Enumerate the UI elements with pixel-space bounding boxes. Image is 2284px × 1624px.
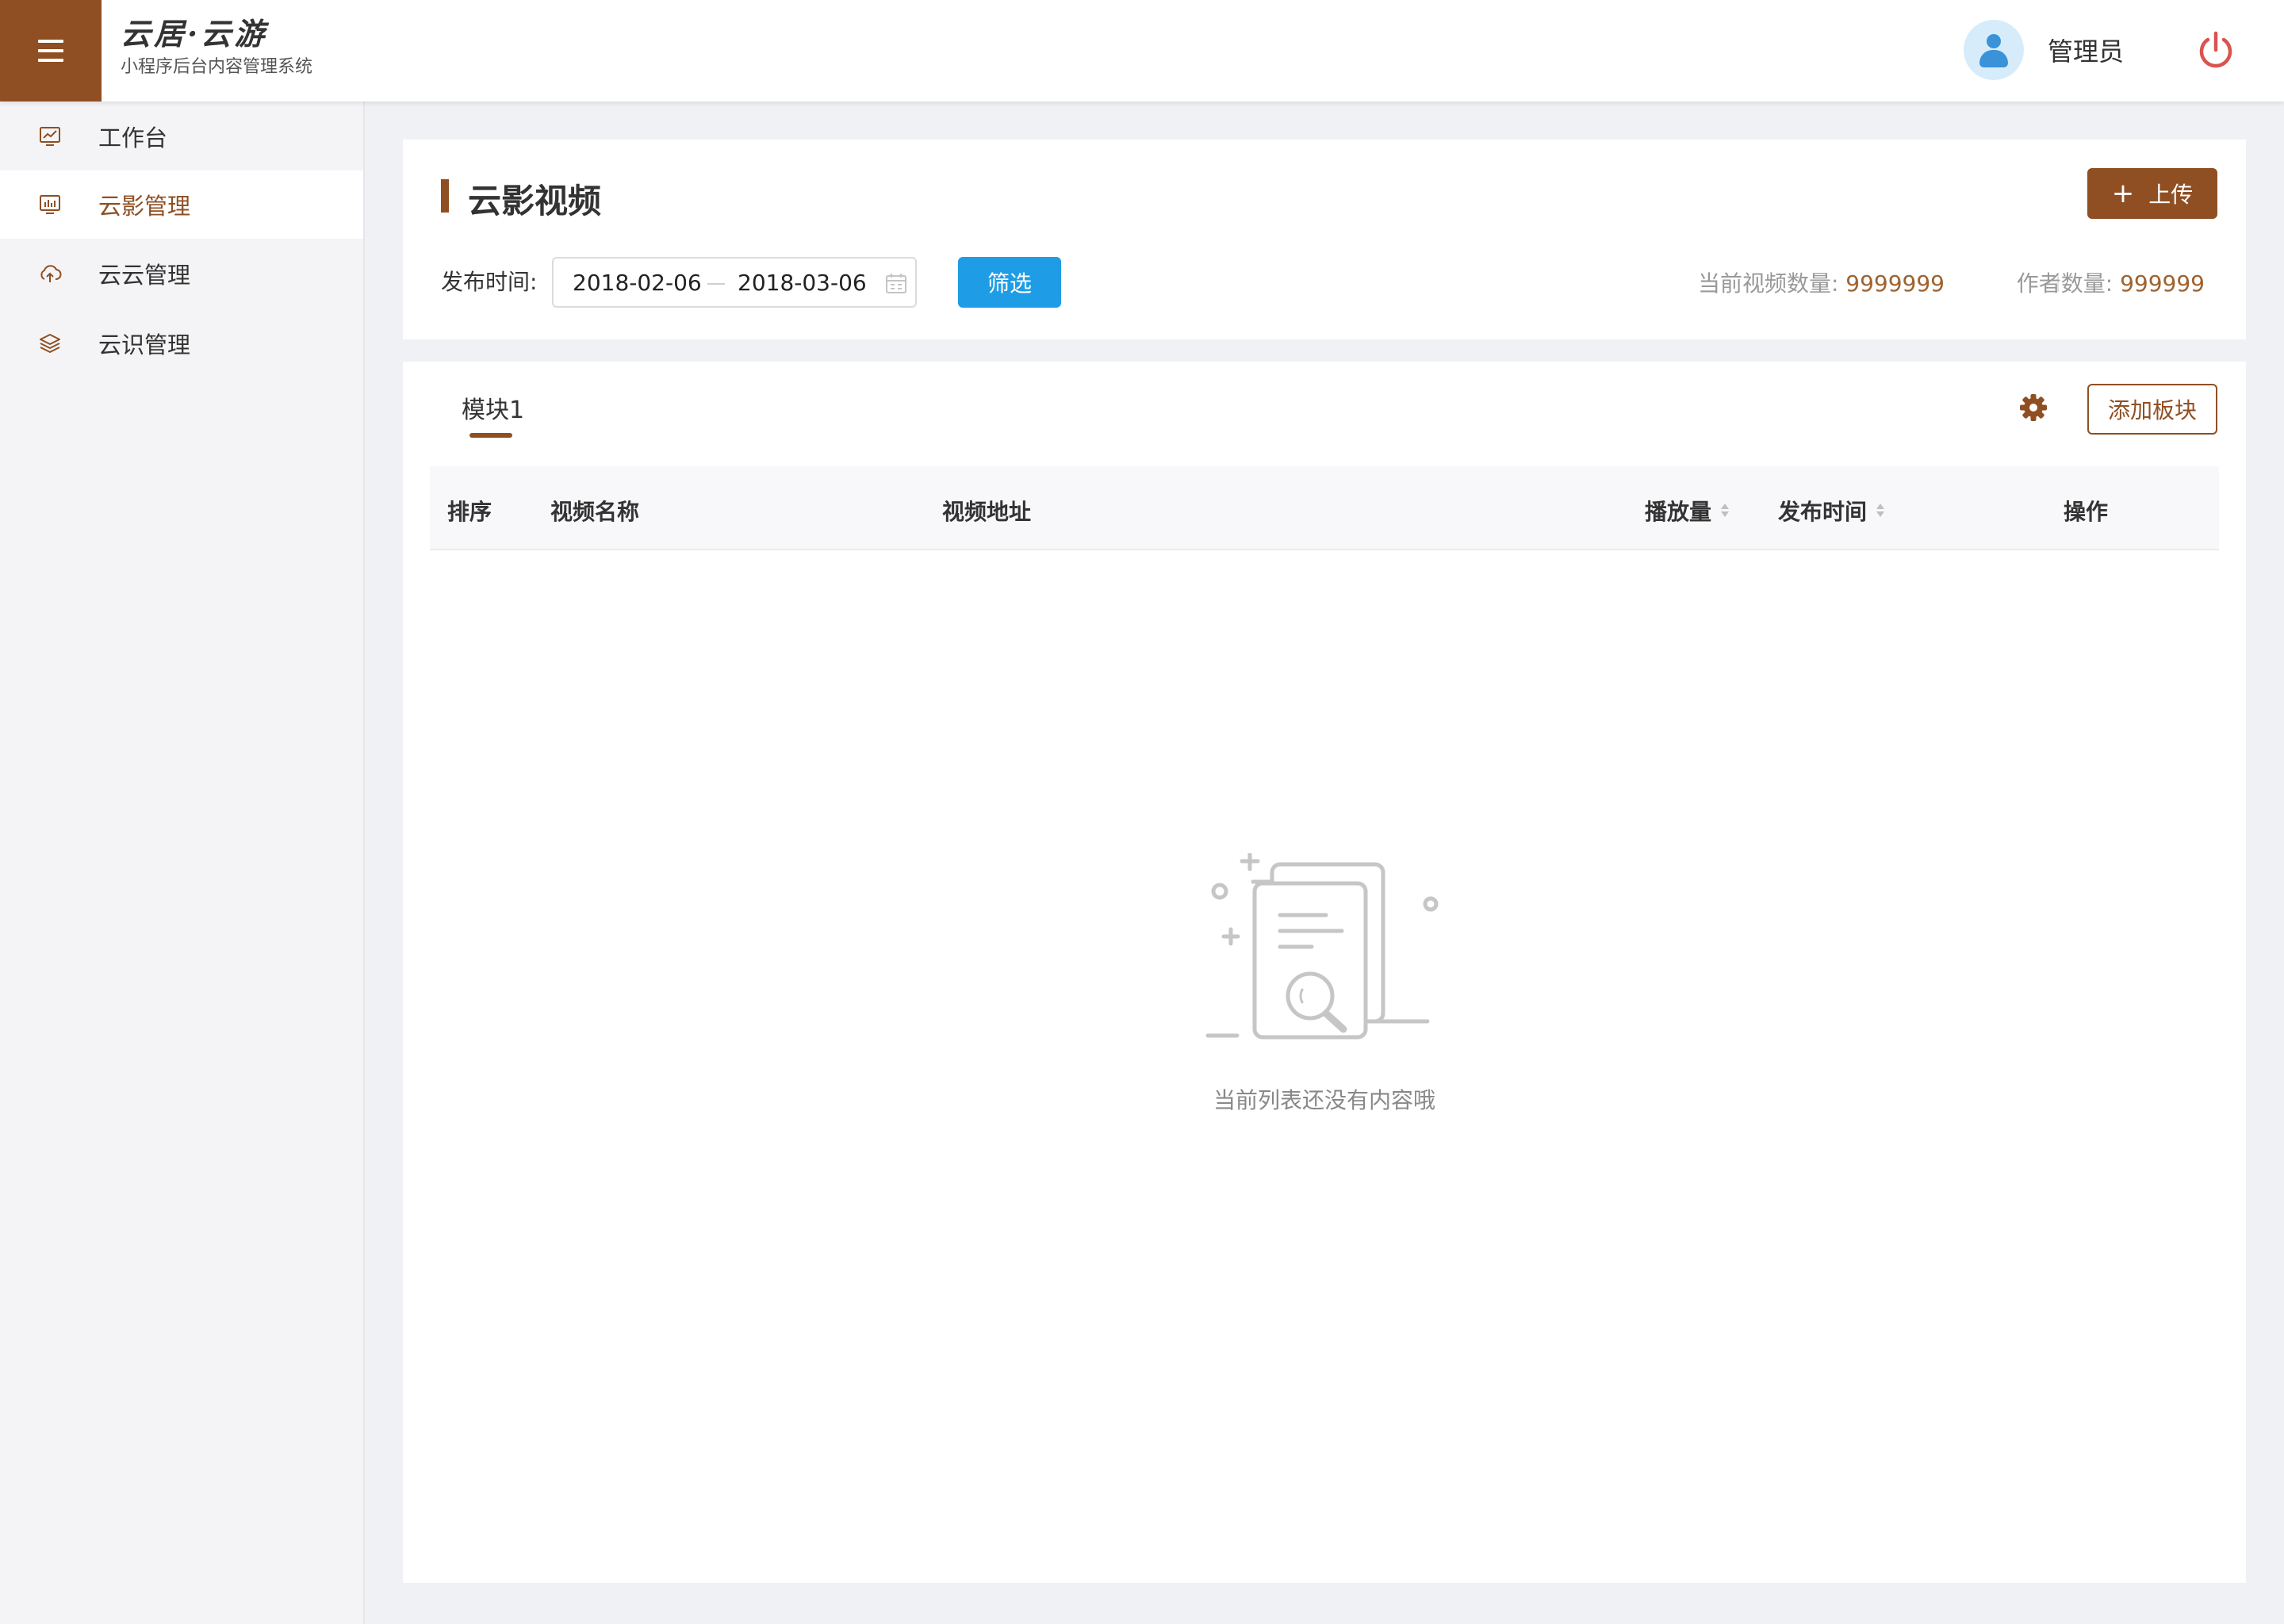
author-count-stat: 作者数量: 999999: [2017, 266, 2205, 298]
user-icon: [1987, 34, 2001, 48]
chart-monitor-icon: [40, 127, 60, 146]
column-header-video-name: 视频名称: [550, 499, 640, 525]
sidebar-item-workbench[interactable]: 工作台: [0, 102, 363, 170]
brand-name: 云居·云游: [121, 16, 268, 52]
empty-state-text: 当前列表还没有内容哦: [1213, 1087, 1435, 1113]
user-menu[interactable]: 管理员: [1964, 19, 2124, 81]
empty-document-search-icon: [1205, 853, 1439, 1040]
column-header-publish-time[interactable]: 发布时间: [1778, 495, 1886, 527]
filter-button[interactable]: 筛选: [958, 257, 1061, 308]
sidebar-item-label: 云影管理: [98, 193, 191, 220]
power-icon[interactable]: [2194, 29, 2238, 73]
end-date-input[interactable]: 2018-03-06: [738, 270, 867, 296]
add-block-button[interactable]: 添加板块: [2087, 384, 2217, 435]
cloud-upload-icon: [40, 265, 62, 282]
author-count-value: 999999: [2120, 270, 2205, 297]
sidebar-item-video-management[interactable]: 云影管理: [0, 170, 363, 239]
menu-toggle-button[interactable]: [0, 0, 102, 102]
brand: 云居·云游 小程序后台内容管理系统: [121, 14, 312, 79]
tab-module-1[interactable]: 模块1: [462, 390, 524, 425]
plus-icon: +: [2111, 178, 2135, 209]
sidebar-item-label: 云云管理: [98, 262, 191, 289]
sidebar-item-cloud-management[interactable]: 云云管理: [0, 239, 363, 308]
video-count-label: 当前视频数量:: [1697, 270, 1839, 297]
column-header-play-count[interactable]: 播放量: [1645, 495, 1730, 527]
calendar-icon[interactable]: [885, 273, 907, 295]
sidebar-item-knowledge-management[interactable]: 云识管理: [0, 309, 363, 377]
layers-icon: [40, 334, 60, 353]
sidebar: 工作台 云影管理 云云管理 云识管理: [0, 102, 365, 1624]
module-panel: 模块1 添加板块 排序 视频名称 视频地址 播放量 发布时间 操作 当前列表还没…: [403, 362, 2246, 1583]
user-name[interactable]: 管理员: [2048, 32, 2124, 68]
brand-subtitle: 小程序后台内容管理系统: [121, 57, 313, 77]
page-header-panel: 云影视频 + 上传 发布时间: 2018-02-06 2018-03-06 筛选…: [403, 140, 2246, 339]
stats: 当前视频数量: 9999999 作者数量: 999999: [1692, 266, 2224, 298]
sidebar-item-label: 工作台: [98, 124, 168, 151]
date-range-separator: [707, 283, 725, 285]
date-range-picker[interactable]: 2018-02-06 2018-03-06: [552, 257, 917, 308]
avatar[interactable]: [1964, 20, 2024, 80]
bar-chart-monitor-icon: [40, 195, 60, 214]
gear-icon[interactable]: [2018, 392, 2049, 423]
upload-button-label: 上传: [2148, 182, 2194, 208]
hamburger-icon: [38, 40, 63, 62]
active-tab-indicator: [469, 433, 512, 438]
column-header-actions: 操作: [2064, 499, 2109, 525]
author-count-label: 作者数量:: [2016, 270, 2113, 297]
sort-icon[interactable]: [1719, 502, 1730, 519]
start-date-input[interactable]: 2018-02-06: [573, 270, 702, 296]
sidebar-item-label: 云识管理: [98, 331, 191, 358]
upload-button[interactable]: + 上传: [2087, 168, 2217, 219]
page-title: 云影视频: [468, 182, 602, 220]
video-count-value: 9999999: [1845, 270, 1945, 297]
top-header: 云居·云游 小程序后台内容管理系统 管理员: [0, 0, 2284, 102]
column-header-order: 排序: [447, 499, 492, 525]
publish-time-label: 发布时间:: [441, 269, 538, 295]
column-header-video-url: 视频地址: [942, 499, 1032, 525]
table-header: 排序 视频名称 视频地址 播放量 发布时间 操作: [430, 466, 2219, 550]
video-count-stat: 当前视频数量: 9999999: [1698, 266, 1945, 298]
sort-icon[interactable]: [1875, 502, 1886, 519]
title-accent-bar: [441, 179, 449, 213]
